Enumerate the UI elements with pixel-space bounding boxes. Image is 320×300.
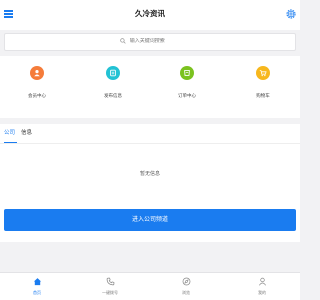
grid-item-member-center[interactable]: 会员中心 bbox=[17, 66, 57, 99]
order-icon bbox=[180, 66, 194, 80]
nav-label: 一键拨号 bbox=[102, 290, 118, 295]
grid-item-publish-info[interactable]: 发布信息 bbox=[93, 66, 133, 99]
tab-active-indicator bbox=[4, 142, 17, 143]
grid-item-label: 发布信息 bbox=[104, 94, 122, 99]
grid-item-label: 订单中心 bbox=[178, 94, 196, 99]
grid-item-cart[interactable]: 购物车 bbox=[243, 66, 283, 99]
nav-item-profile[interactable]: 我的 bbox=[247, 277, 277, 296]
browse-icon bbox=[182, 277, 190, 286]
nav-item-home[interactable]: 首页 bbox=[22, 277, 52, 296]
content-tabs: 公司 信息 bbox=[0, 124, 300, 144]
edit-icon bbox=[106, 66, 120, 80]
tab-company[interactable]: 公司 bbox=[4, 128, 15, 136]
search-bar[interactable] bbox=[4, 33, 296, 51]
home-icon bbox=[33, 278, 41, 286]
quick-access-grid: 会员中心 发布信息 订单中心 购物车 bbox=[0, 56, 300, 118]
grid-item-label: 会员中心 bbox=[28, 94, 46, 99]
nav-label: 浏览 bbox=[182, 290, 190, 295]
content-panel: 暂无信息 进入公司频道 bbox=[0, 144, 300, 242]
phone-icon bbox=[106, 277, 114, 286]
empty-state-text: 暂无信息 bbox=[139, 171, 160, 177]
grid-item-order-center[interactable]: 订单中心 bbox=[167, 66, 207, 99]
nav-item-dial[interactable]: 一键拨号 bbox=[95, 277, 125, 296]
nav-label: 我的 bbox=[258, 290, 266, 295]
page-title: 久冷资讯 bbox=[135, 9, 165, 18]
profile-icon bbox=[258, 277, 266, 286]
user-icon bbox=[30, 66, 44, 80]
gear-icon[interactable] bbox=[285, 8, 297, 20]
nav-label: 首页 bbox=[33, 290, 41, 295]
grid-item-label: 购物车 bbox=[256, 94, 270, 99]
enter-company-channel-button[interactable]: 进入公司频道 bbox=[4, 209, 296, 231]
tab-info[interactable]: 信息 bbox=[21, 128, 32, 136]
nav-item-browse[interactable]: 浏览 bbox=[171, 277, 201, 296]
top-bar: 久冷资讯 bbox=[0, 0, 300, 30]
search-input[interactable] bbox=[129, 38, 180, 44]
cart-icon bbox=[256, 66, 270, 80]
search-icon bbox=[120, 38, 126, 44]
bottom-nav: 首页 一键拨号 浏览 我的 bbox=[0, 272, 300, 300]
